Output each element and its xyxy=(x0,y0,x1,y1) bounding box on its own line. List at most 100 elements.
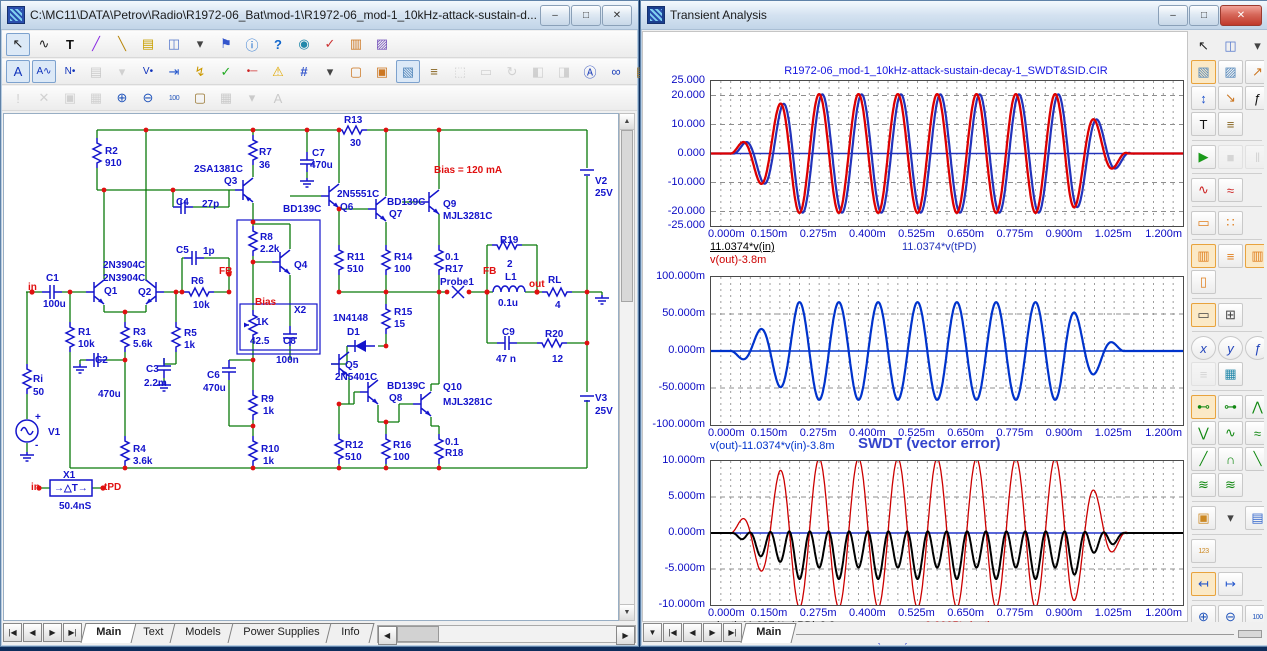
select-cursor-icon[interactable]: ↖ xyxy=(1191,34,1216,58)
clipboard-numeric-icon[interactable]: 123 xyxy=(1191,539,1216,563)
clipboard-waveform-icon[interactable]: ▣ xyxy=(1191,506,1216,530)
hscroll-left-icon[interactable]: ◀ xyxy=(378,626,397,645)
high-icon[interactable]: ∿ xyxy=(1218,421,1243,445)
hscroll-right-icon[interactable]: ▶ xyxy=(616,626,635,645)
plot-client-area[interactable]: R1972-06_mod-1_10kHz-attack-sustain-deca… xyxy=(642,31,1188,622)
schematic-vscrollbar[interactable]: ▲ ▼ xyxy=(619,113,635,621)
scale-limits-icon[interactable]: ▨ xyxy=(1218,60,1243,84)
node-voltages-icon[interactable]: V• xyxy=(136,60,160,83)
next-point-left-icon[interactable]: ⊷ xyxy=(1191,395,1216,419)
schematic-tab-info[interactable]: Info xyxy=(326,623,375,643)
help-tool-icon[interactable]: ? xyxy=(266,33,290,56)
line-tool-icon[interactable]: ╱ xyxy=(84,33,108,56)
close-button[interactable]: ✕ xyxy=(1220,5,1262,26)
restore-button[interactable]: □ xyxy=(571,5,601,26)
zoom-100-icon[interactable]: 100 xyxy=(162,87,186,110)
component-shapes-icon[interactable]: ◫ xyxy=(162,33,186,56)
analysis-last-page-icon[interactable]: ▶| xyxy=(723,623,742,642)
diagonal-wire-tool-icon[interactable]: ╲ xyxy=(110,33,134,56)
schematic-first-page-icon[interactable]: |◀ xyxy=(3,623,22,642)
zoom-region-icon[interactable]: ▧ xyxy=(1191,60,1216,84)
analysis-tab-main[interactable]: Main xyxy=(741,623,797,643)
split-view-icon[interactable]: ▥ xyxy=(344,33,368,56)
node-numbers-icon[interactable]: N• xyxy=(58,60,82,83)
analysis-titlebar[interactable]: Transient Analysis –□✕ xyxy=(641,1,1267,30)
shapes-icon[interactable]: ◫ xyxy=(1218,34,1243,58)
cursor-x-icon[interactable]: x xyxy=(1191,336,1216,360)
current-display-icon[interactable]: ⇥ xyxy=(162,60,186,83)
attribute-wave-icon[interactable]: A∿ xyxy=(32,60,56,83)
cursor-mode-icon[interactable]: ▭ xyxy=(1191,303,1216,327)
low-icon[interactable]: ≈ xyxy=(1245,421,1264,445)
align-cursor-left-icon[interactable]: ↤ xyxy=(1191,572,1216,596)
global-low-icon[interactable]: ≋ xyxy=(1218,473,1243,497)
analysis-limits-icon[interactable]: ∿ xyxy=(1191,178,1216,202)
zoom-in-icon[interactable]: ⊕ xyxy=(110,87,134,110)
grid-dropdown-icon[interactable]: ▾ xyxy=(318,60,342,83)
schematic-hscrollbar[interactable]: ◀ ▶ xyxy=(377,625,636,643)
attribute-text-icon[interactable]: A xyxy=(6,60,30,83)
shapes-dropdown-icon[interactable]: ▾ xyxy=(1245,34,1264,58)
plot-group-2-icon[interactable]: ≡ xyxy=(1218,244,1243,268)
pin-connections-icon[interactable]: •─ xyxy=(240,60,264,83)
page-setup-icon[interactable]: ▢ xyxy=(188,87,212,110)
grid-toggle-icon[interactable]: # xyxy=(292,60,316,83)
scroll-down-icon[interactable]: ▼ xyxy=(620,604,634,620)
power-display-icon[interactable]: ↯ xyxy=(188,60,212,83)
plot-3[interactable] xyxy=(710,460,1184,606)
text-tool-icon[interactable]: T xyxy=(1191,112,1216,136)
close-button[interactable]: ✕ xyxy=(602,5,632,26)
schematic-prev-page-icon[interactable]: ◀ xyxy=(23,623,42,642)
bus-tool-icon[interactable]: ▤ xyxy=(136,33,160,56)
schematic-canvas[interactable]: R29102SA1381CQ3R736C7470uR1330C427pBD139… xyxy=(3,113,619,621)
text-mode-icon[interactable]: T xyxy=(58,33,82,56)
schematic-next-page-icon[interactable]: ▶ xyxy=(43,623,62,642)
numeric-output-icon[interactable]: ▦ xyxy=(1218,362,1243,386)
find-icon[interactable]: ∞ xyxy=(604,60,628,83)
zoom-out-icon[interactable]: ⊖ xyxy=(136,87,160,110)
zoom-out-icon[interactable]: ⊖ xyxy=(1218,605,1243,622)
plot-group-1-icon[interactable]: ▥ xyxy=(1191,244,1216,268)
minimize-button[interactable]: – xyxy=(540,5,570,26)
plot-properties-icon[interactable]: ≡ xyxy=(1218,112,1243,136)
zoom-in-icon[interactable]: ⊕ xyxy=(1191,605,1216,622)
slope-down-icon[interactable]: ╲ xyxy=(1245,447,1264,471)
global-high-icon[interactable]: ≋ xyxy=(1191,473,1216,497)
find-component-icon[interactable]: Ⓐ xyxy=(578,60,602,83)
select-region-icon[interactable]: ▧ xyxy=(396,60,420,83)
cursor-fx-icon[interactable]: ƒ xyxy=(1245,336,1264,360)
text-page-icon[interactable]: ▤ xyxy=(1245,506,1264,530)
plot-group-3-icon[interactable]: ▥ xyxy=(1245,244,1264,268)
plot-1[interactable] xyxy=(710,80,1184,227)
schematic-last-page-icon[interactable]: ▶| xyxy=(63,623,82,642)
model-check-icon[interactable]: ✓ xyxy=(318,33,342,56)
cursor-precise-icon[interactable]: ⊞ xyxy=(1218,303,1243,327)
minimize-button[interactable]: – xyxy=(1158,5,1188,26)
flag-tool-icon[interactable]: ⚑ xyxy=(214,33,238,56)
new-document-icon[interactable]: ▢ xyxy=(344,60,368,83)
condition-display-icon[interactable]: ✓ xyxy=(214,60,238,83)
vscroll-thumb[interactable] xyxy=(621,130,633,302)
properties-icon[interactable]: ≡ xyxy=(422,60,446,83)
schematic-tab-power-supplies[interactable]: Power Supplies xyxy=(227,623,334,643)
run-icon[interactable]: ▶ xyxy=(1191,145,1216,169)
tag-vertical-icon[interactable]: ↕ xyxy=(1191,86,1216,110)
align-cursor-right-icon[interactable]: ↦ xyxy=(1218,572,1243,596)
plot-list-dropdown-icon[interactable]: ▼ xyxy=(643,623,662,642)
browse-web-icon[interactable]: ◉ xyxy=(292,33,316,56)
valley-icon[interactable]: ⋁ xyxy=(1191,421,1216,445)
analysis-first-page-icon[interactable]: |◀ xyxy=(663,623,682,642)
plot-2[interactable] xyxy=(710,276,1184,426)
wire-mode-icon[interactable]: ∿ xyxy=(32,33,56,56)
analysis-next-page-icon[interactable]: ▶ xyxy=(703,623,722,642)
schematic-tab-main[interactable]: Main xyxy=(81,623,137,643)
inflection-icon[interactable]: ∩ xyxy=(1218,447,1243,471)
shapes-dropdown-icon[interactable]: ▾ xyxy=(188,33,212,56)
analysis-hscroll-thumb[interactable] xyxy=(1238,630,1262,638)
scroll-up-icon[interactable]: ▲ xyxy=(620,114,634,130)
stepping-icon[interactable]: ≈ xyxy=(1218,178,1243,202)
clipboard-dropdown-icon[interactable]: ▾ xyxy=(1218,506,1243,530)
select-mode-box-icon[interactable]: ▭ xyxy=(1191,211,1216,235)
maximize-button[interactable]: □ xyxy=(1189,5,1219,26)
schematic-titlebar[interactable]: C:\MC11\DATA\Petrov\Radio\R1972-06_Bat\m… xyxy=(1,1,638,30)
